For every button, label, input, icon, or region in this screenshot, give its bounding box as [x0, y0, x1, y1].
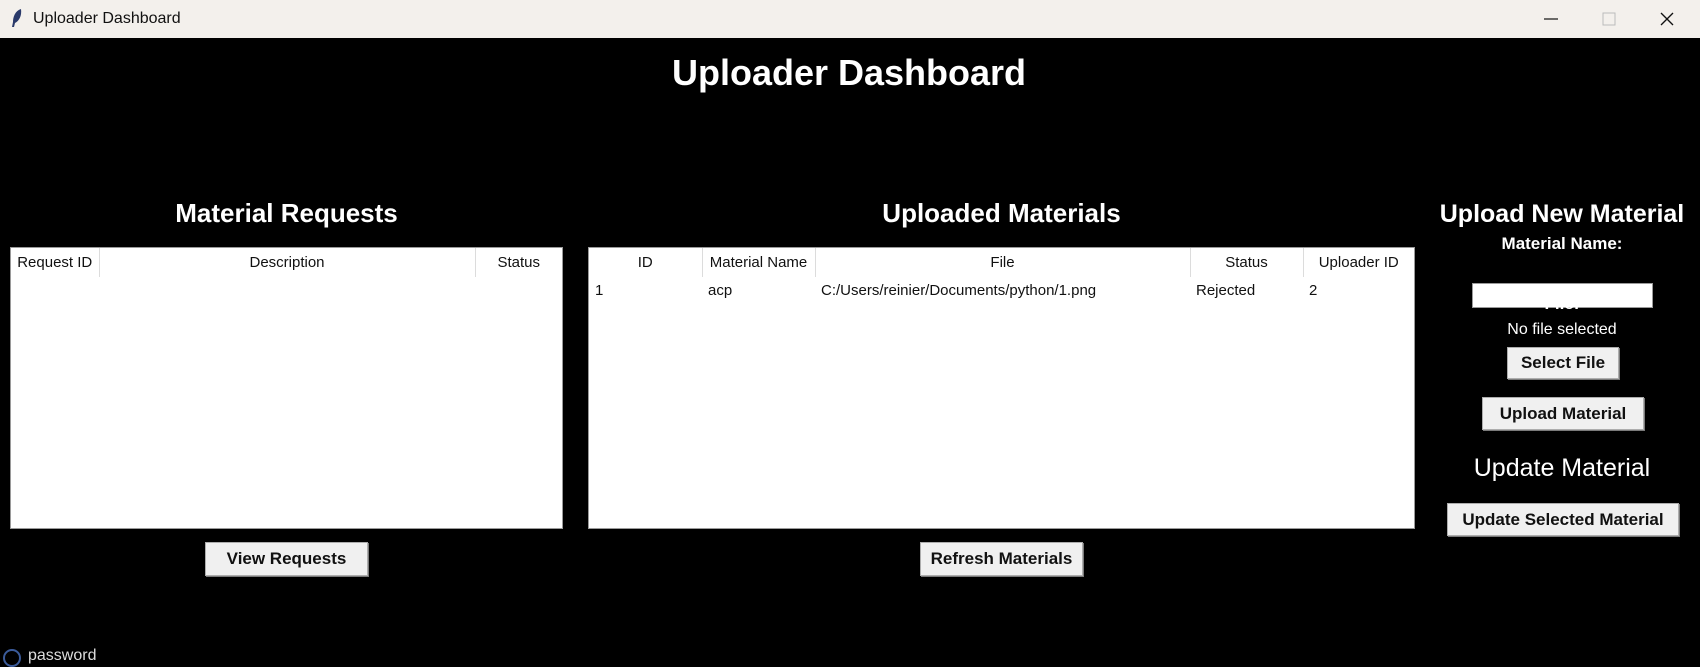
column-header[interactable]: File [815, 248, 1191, 277]
column-header[interactable]: Uploader ID [1303, 248, 1414, 277]
main-area: Uploader Dashboard Material Requests Req… [0, 38, 1700, 667]
window-title: Uploader Dashboard [33, 10, 181, 27]
upload-material-button[interactable]: Upload Material [1482, 397, 1644, 430]
update-material-title: Update Material [1473, 454, 1651, 482]
column-header[interactable]: Material Name [702, 248, 816, 277]
close-button[interactable] [1638, 0, 1696, 38]
table-cell: acp [708, 281, 733, 299]
uploaded-materials-title: Uploaded Materials [882, 198, 1121, 228]
material-requests-title: Material Requests [175, 198, 398, 228]
column-header[interactable]: Status [475, 248, 562, 277]
table-cell: C:/Users/reinier/Documents/python/1.png [821, 281, 1097, 299]
column-header[interactable]: Status [1190, 248, 1304, 277]
update-selected-material-button[interactable]: Update Selected Material [1447, 503, 1679, 536]
select-file-button[interactable]: Select File [1507, 347, 1619, 379]
table-header-row: ID Material Name File Status Uploader ID [589, 248, 1414, 277]
maximize-button[interactable] [1580, 0, 1638, 38]
table-cell: 2 [1309, 281, 1318, 299]
file-status-text: No file selected [1507, 321, 1617, 338]
uploaded-materials-table[interactable]: ID Material Name File Status Uploader ID 1 ac… [588, 247, 1415, 529]
title-bar: Uploader Dashboard [0, 0, 1700, 38]
material-requests-table[interactable]: Request ID Description Status [10, 247, 563, 529]
minimize-icon [1544, 18, 1558, 20]
table-cell: 1 [595, 281, 604, 299]
refresh-materials-button[interactable]: Refresh Materials [920, 542, 1083, 576]
table-header-row: Request ID Description Status [11, 248, 562, 277]
background-window-fragment: password [0, 646, 200, 667]
material-name-label: Material Name: [1501, 234, 1623, 253]
feather-icon [12, 9, 22, 27]
maximize-icon [1602, 12, 1616, 26]
minimize-button[interactable] [1522, 0, 1580, 38]
table-cell: Rejected [1196, 281, 1256, 299]
close-icon [1660, 12, 1674, 26]
view-requests-button[interactable]: View Requests [205, 542, 368, 576]
app-icon [3, 649, 21, 667]
background-window-text: password [28, 647, 97, 664]
column-header[interactable]: Description [99, 248, 476, 277]
file-label: File: [1544, 294, 1580, 313]
table-row[interactable]: 1 acp C:/Users/reinier/Documents/python/1.… [589, 277, 1414, 303]
column-header[interactable]: ID [589, 248, 703, 277]
upload-new-material-title: Upload New Material [1439, 200, 1685, 228]
column-header[interactable]: Request ID [11, 248, 100, 277]
dashboard-title: Uploader Dashboard [671, 52, 1027, 93]
